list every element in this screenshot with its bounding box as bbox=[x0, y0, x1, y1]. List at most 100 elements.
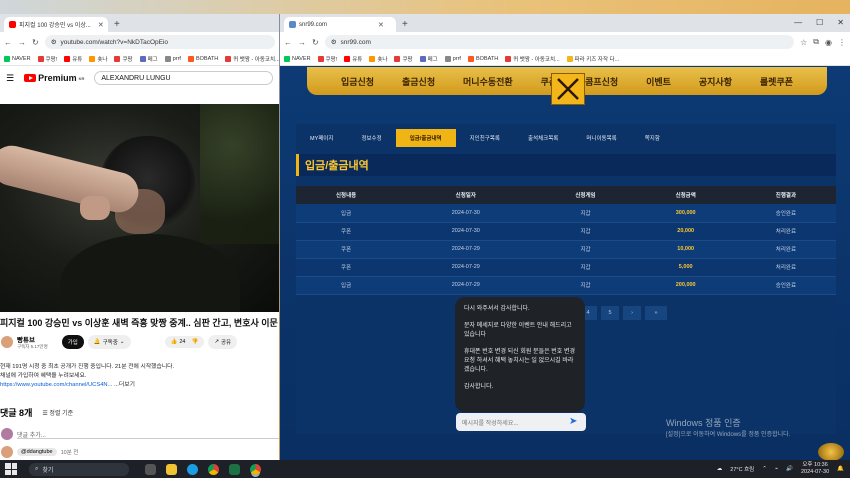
nav-item[interactable]: 머니수동전환 bbox=[463, 75, 513, 88]
nav-item[interactable]: 콤프신청 bbox=[585, 75, 618, 88]
bookmark-item[interactable]: 쿠팡! bbox=[37, 55, 57, 63]
minimize-icon[interactable]: — bbox=[794, 18, 802, 27]
reload-icon[interactable]: ↻ bbox=[312, 38, 319, 47]
bookmark-item[interactable]: 퀴 뱃왕 - 아동코치... bbox=[505, 55, 560, 63]
right-active-tab[interactable]: snr99.com ✕ bbox=[284, 17, 396, 32]
right-address-bar[interactable]: ⚙ snr99.com bbox=[324, 35, 795, 49]
bookmark-item[interactable]: NAVER bbox=[4, 55, 31, 62]
forward-icon[interactable]: → bbox=[298, 38, 306, 47]
extensions-icon[interactable]: ⧉ bbox=[813, 37, 819, 47]
tray-chevron-icon[interactable]: ⌃ bbox=[762, 466, 767, 472]
star-icon[interactable]: ☆ bbox=[800, 38, 807, 47]
page-button[interactable]: › bbox=[623, 306, 641, 320]
task-view-icon[interactable] bbox=[145, 463, 156, 475]
sub-tab[interactable]: 머니이동목록 bbox=[572, 129, 630, 147]
bookmark-label: 메그 bbox=[147, 56, 158, 63]
nav-item[interactable]: 입금신청 bbox=[341, 75, 374, 88]
nav-item[interactable]: 출금신청 bbox=[402, 75, 435, 88]
bookmark-item[interactable]: 퀴 뱃왕 - 아동코치... bbox=[225, 55, 279, 63]
file-explorer-icon[interactable] bbox=[166, 463, 177, 475]
nav-item[interactable]: 이벤트 bbox=[646, 75, 671, 88]
excel-icon[interactable] bbox=[229, 463, 240, 475]
chat-input[interactable]: 메시지를 작성하세요... ➤ bbox=[456, 413, 586, 431]
windows-start-icon[interactable] bbox=[5, 463, 17, 475]
page-button[interactable]: 5 bbox=[601, 306, 619, 320]
menu-icon[interactable]: ☰ bbox=[6, 73, 14, 84]
bookmark-item[interactable]: 쿠팡! bbox=[317, 55, 337, 63]
sub-tab[interactable]: 출석체크목록 bbox=[514, 129, 572, 147]
new-tab-icon[interactable]: + bbox=[114, 17, 120, 32]
taskbar-search[interactable]: ⌕ 찾기 bbox=[29, 462, 129, 476]
page-button[interactable]: » bbox=[645, 306, 667, 320]
send-icon[interactable]: ➤ bbox=[569, 416, 581, 428]
more-icon[interactable]: ⋮ bbox=[838, 38, 846, 47]
like-button[interactable]: 👍 24 👎 bbox=[164, 336, 205, 348]
floating-widget-icon[interactable] bbox=[818, 443, 844, 461]
notification-icon[interactable]: 🔔 bbox=[837, 466, 844, 472]
bookmark-item[interactable]: prrf bbox=[444, 55, 461, 62]
sub-tab[interactable]: 쪽지함 bbox=[631, 129, 674, 147]
bookmark-item[interactable]: 메그 bbox=[419, 55, 438, 63]
close-icon[interactable]: ✕ bbox=[98, 21, 104, 29]
share-button[interactable]: ↗ 공유 bbox=[208, 335, 238, 349]
sub-tab[interactable]: 정보수정 bbox=[347, 129, 395, 147]
desc-link[interactable]: https://www.youtube.com/channel/UCS4N... bbox=[0, 382, 112, 388]
bookmark-item[interactable]: NAVER bbox=[284, 55, 311, 62]
youtube-logo-text: Premium bbox=[38, 73, 77, 83]
weather-text[interactable]: 27°C 흐림 bbox=[730, 465, 754, 473]
close-menu-button[interactable] bbox=[551, 73, 585, 105]
bookmark-item[interactable]: BOBATH bbox=[467, 55, 498, 62]
weather-icon[interactable]: ☁ bbox=[717, 466, 723, 472]
sub-tab[interactable]: 입금/출금내역 bbox=[395, 129, 456, 147]
video-description[interactable]: 현재 191명 시청 중 최초 공개가 진행 중입니다. 21분 전에 시작했습… bbox=[0, 363, 279, 390]
nav-item[interactable]: 공지사항 bbox=[699, 75, 732, 88]
bookmark-item[interactable]: BOBATH bbox=[187, 55, 218, 62]
left-address-bar[interactable]: ⚙ youtube.com/watch?v=NkDTacOpEio bbox=[44, 35, 275, 49]
comment-author[interactable]: @ddangtube bbox=[17, 448, 57, 456]
site-info-icon[interactable]: ⚙ bbox=[331, 38, 337, 46]
bookmark-item[interactable]: 숏나 bbox=[369, 55, 387, 63]
sub-tab[interactable]: MY페이지 bbox=[296, 129, 347, 147]
join-button[interactable]: 가입 bbox=[61, 335, 84, 349]
edge-icon[interactable] bbox=[187, 463, 198, 475]
volume-icon[interactable]: 🔊 bbox=[786, 466, 793, 472]
bookmark-item[interactable]: 쿠팡 bbox=[114, 55, 133, 63]
clock[interactable]: 오후 10:36 2024-07-30 bbox=[801, 462, 829, 476]
back-icon[interactable]: ← bbox=[4, 38, 12, 47]
desc-more-button[interactable]: ...더보기 bbox=[114, 382, 135, 388]
bookmark-item[interactable]: 유튜 bbox=[64, 55, 82, 63]
bookmark-item[interactable]: 쿠팡 bbox=[394, 55, 413, 63]
left-active-tab[interactable]: 피지컬 100 강승민 vs 이상... ✕ bbox=[4, 17, 108, 32]
chrome-icon[interactable] bbox=[208, 463, 219, 475]
video-player[interactable] bbox=[0, 104, 279, 312]
nav-item[interactable]: 룰렛쿠폰 bbox=[760, 75, 793, 88]
profile-icon[interactable]: ◉ bbox=[825, 38, 832, 47]
commenter-avatar[interactable] bbox=[1, 446, 13, 458]
subscribe-button[interactable]: 🔔 구독중 ⌄ bbox=[87, 335, 131, 349]
close-icon[interactable]: ✕ bbox=[378, 21, 384, 29]
bookmark-item[interactable]: 숏나 bbox=[89, 55, 107, 63]
chrome-active-icon[interactable] bbox=[250, 463, 261, 475]
bookmark-item[interactable]: 메그 bbox=[139, 55, 158, 63]
bookmark-item[interactable]: prrf bbox=[164, 55, 181, 62]
site-info-icon[interactable]: ⚙ bbox=[51, 38, 57, 46]
close-window-icon[interactable]: ✕ bbox=[837, 18, 844, 27]
maximize-icon[interactable]: ☐ bbox=[816, 18, 823, 27]
table-cell: 처리완료 bbox=[735, 258, 836, 277]
youtube-search-input[interactable]: ALEXANDRU LUNGU bbox=[94, 71, 273, 85]
back-icon[interactable]: ← bbox=[284, 38, 292, 47]
youtube-logo[interactable]: Premium KR bbox=[24, 73, 84, 83]
table-cell: 2024-07-30 bbox=[396, 204, 536, 223]
channel-name[interactable]: 빵튜브 bbox=[17, 334, 48, 344]
network-icon[interactable]: ⌁ bbox=[775, 466, 778, 472]
sub-tab[interactable]: 지인친구목록 bbox=[456, 129, 514, 147]
reload-icon[interactable]: ↻ bbox=[32, 38, 39, 47]
thumbs-down-icon[interactable]: 👎 bbox=[191, 339, 198, 345]
comment-input[interactable]: 댓글 추가... bbox=[17, 430, 279, 439]
bookmark-item[interactable]: 유튜 bbox=[344, 55, 362, 63]
channel-avatar[interactable] bbox=[1, 336, 13, 348]
forward-icon[interactable]: → bbox=[18, 38, 26, 47]
sort-button[interactable]: ☰ 정렬 기준 bbox=[42, 408, 73, 417]
new-tab-icon[interactable]: + bbox=[402, 17, 408, 32]
bookmark-item[interactable]: 파라 키즈 자작 다... bbox=[566, 55, 619, 63]
